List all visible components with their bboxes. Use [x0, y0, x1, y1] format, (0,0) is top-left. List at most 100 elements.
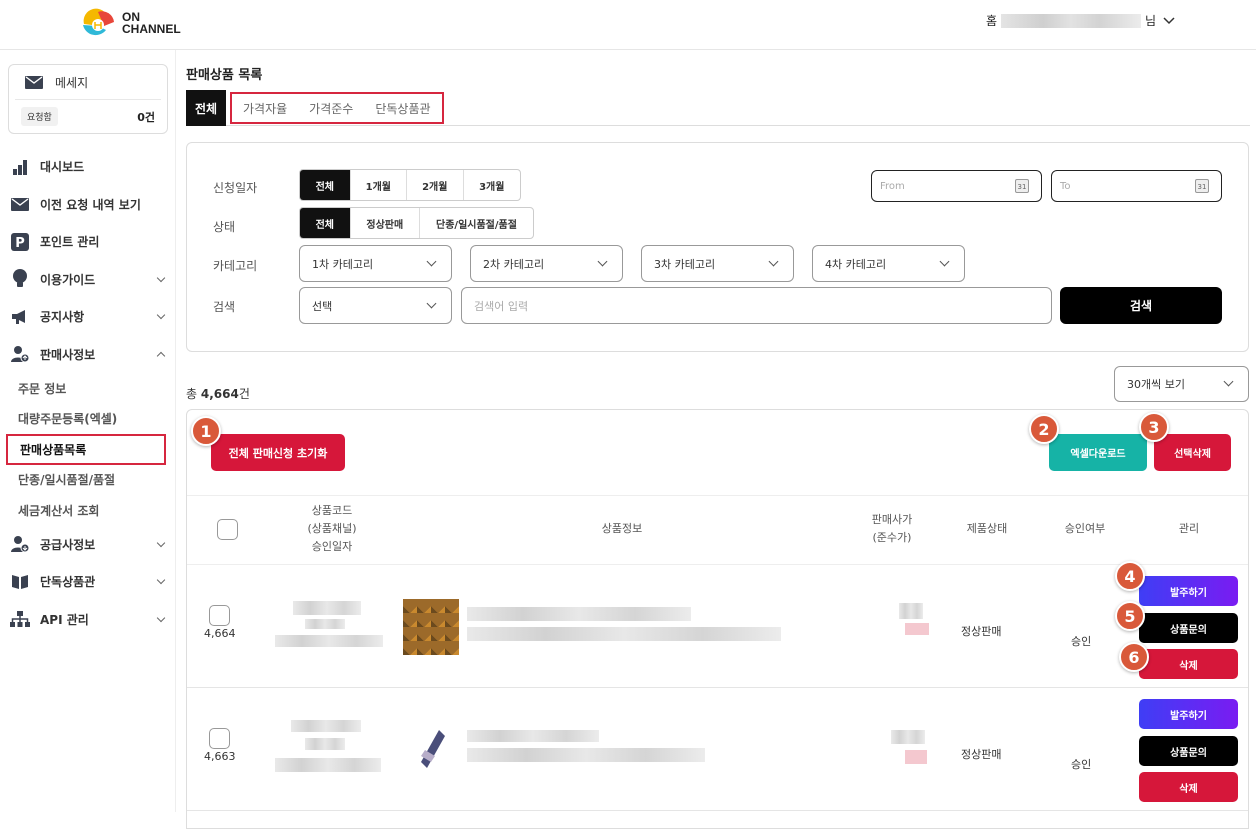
- tab-exclusive[interactable]: 단독상품관: [367, 100, 438, 117]
- sidebar-item-label: 공지사항: [40, 310, 85, 325]
- delete-selected-button[interactable]: 선택삭제: [1154, 434, 1231, 471]
- chevron-up-icon[interactable]: [156, 351, 166, 360]
- table-row[interactable]: 4,664 정상판매 승인 발주하기 상품문의 삭제: [187, 565, 1248, 688]
- product-name-redacted[interactable]: [467, 730, 599, 742]
- status-option-normal[interactable]: 정상판매: [349, 208, 419, 238]
- calendar-icon[interactable]: 31: [1015, 179, 1029, 193]
- sidebar-item-exclusive[interactable]: 단독상품관: [0, 563, 176, 601]
- tab-bar: 전체 가격자율 가격준수 단독상품관: [186, 90, 1250, 126]
- per-page-select[interactable]: 30개씩 보기: [1114, 366, 1249, 402]
- status-filter-label: 상태: [213, 220, 236, 234]
- product-name-redacted[interactable]: [467, 607, 691, 621]
- calendar-icon[interactable]: 31: [1195, 179, 1209, 193]
- sidebar-sub-bulk-order[interactable]: 대량주문등록(엑셀): [0, 404, 176, 435]
- search-placeholder: 검색어 입력: [474, 299, 529, 313]
- date-option-1m[interactable]: 1개월: [349, 170, 406, 200]
- product-status: 정상판매: [961, 625, 1002, 638]
- sidebar-item-supplier-info[interactable]: 공급사정보: [0, 526, 176, 564]
- column-manage: 관리: [1178, 522, 1200, 535]
- product-code-redacted: [291, 720, 361, 732]
- sidebar-item-label: 단독상품관: [40, 575, 96, 590]
- chevron-down-icon[interactable]: [156, 575, 166, 585]
- sidebar-sub-discontinued[interactable]: 단종/일시품절/품절: [0, 465, 176, 496]
- callout-badge-4: 4: [1115, 561, 1145, 591]
- category1-select[interactable]: 1차 카테고리: [299, 245, 452, 282]
- date-option-3m[interactable]: 3개월: [462, 170, 520, 200]
- delete-button[interactable]: 삭제: [1139, 772, 1238, 802]
- status-option-all[interactable]: 전체: [300, 208, 350, 238]
- excel-download-button[interactable]: 엑셀다운로드: [1049, 434, 1147, 471]
- chevron-down-icon[interactable]: [156, 538, 166, 547]
- tab-group-highlight: 가격자율 가격준수 단독상품관: [230, 92, 444, 124]
- chevron-down-icon[interactable]: [1162, 16, 1176, 26]
- chevron-down-icon[interactable]: [156, 273, 166, 282]
- category3-select[interactable]: 3차 카테고리: [641, 245, 794, 282]
- sidebar: 메세지 요청함 0건 대시보드 이전 요청 내역 보기 P 포인트 관리 이용가…: [0, 50, 176, 812]
- home-label: 홈: [986, 14, 998, 28]
- sidebar-sub-order-info[interactable]: 주문 정보: [0, 373, 176, 404]
- product-list: 전체 판매신청 초기화 엑셀다운로드 선택삭제 상품코드 (상품채널) 승인일자…: [186, 409, 1249, 829]
- tab-all[interactable]: 전체: [186, 90, 226, 126]
- column-price-line1: 판매사가: [871, 513, 913, 526]
- select-all-checkbox[interactable]: [217, 519, 238, 540]
- order-button[interactable]: 발주하기: [1139, 699, 1238, 729]
- sidebar-item-dashboard[interactable]: 대시보드: [0, 148, 176, 186]
- tab-price-fixed[interactable]: 가격준수: [301, 100, 361, 117]
- sidebar-item-history[interactable]: 이전 요청 내역 보기: [0, 186, 176, 224]
- column-product-status: 제품상태: [966, 522, 1008, 535]
- user-menu[interactable]: 홈 님: [986, 12, 1176, 29]
- user-down-icon: [10, 534, 30, 554]
- inquiry-button[interactable]: 상품문의: [1139, 736, 1238, 766]
- tab-price-free[interactable]: 가격자율: [235, 100, 295, 117]
- category1-value: 1차 카테고리: [312, 257, 374, 271]
- sidebar-item-api[interactable]: API 관리: [0, 601, 176, 639]
- page-title: 판매상품 목록: [186, 68, 263, 83]
- sidebar-item-seller-info[interactable]: 판매사정보: [0, 336, 176, 374]
- from-date-input[interactable]: From 31: [871, 170, 1042, 202]
- category2-select[interactable]: 2차 카테고리: [470, 245, 623, 282]
- product-thumbnail[interactable]: [405, 722, 459, 776]
- date-option-2m[interactable]: 2개월: [406, 170, 462, 200]
- row-checkbox[interactable]: [209, 605, 230, 626]
- user-icon: [10, 344, 30, 364]
- inquiry-button[interactable]: 상품문의: [1139, 613, 1238, 643]
- message-box[interactable]: 메세지 요청함 0건: [8, 64, 168, 134]
- sidebar-sub-tax-invoice[interactable]: 세금계산서 조회: [0, 495, 176, 526]
- status-option-discontinued[interactable]: 단종/일시품절/품절: [418, 208, 533, 238]
- search-type-select[interactable]: 선택: [299, 287, 452, 324]
- sidebar-sub-product-list[interactable]: 판매상품목록: [6, 434, 166, 465]
- sidebar-item-notice[interactable]: 공지사항: [0, 298, 176, 336]
- chevron-down-icon: [939, 256, 950, 267]
- category2-value: 2차 카테고리: [483, 257, 545, 271]
- callout-badge-6: 6: [1119, 642, 1149, 672]
- row-number: 4,664: [204, 627, 236, 640]
- request-label[interactable]: 요청함: [21, 107, 58, 126]
- column-price-line2: (준수가): [872, 531, 912, 544]
- status-segment: 전체 정상판매 단종/일시품절/품절: [299, 207, 534, 239]
- callout-badge-2: 2: [1029, 414, 1059, 444]
- order-button[interactable]: 발주하기: [1139, 576, 1238, 606]
- sidebar-item-points[interactable]: P 포인트 관리: [0, 223, 176, 261]
- chevron-down-icon[interactable]: [156, 310, 166, 320]
- book-icon: [10, 572, 30, 592]
- row-checkbox[interactable]: [209, 728, 230, 749]
- sidebar-item-guide[interactable]: 이용가이드: [0, 261, 176, 299]
- table-row[interactable]: 4,663 정상판매 승인 발주하기 상품문의 삭제: [187, 688, 1248, 811]
- column-code-line1: 상품코드: [311, 504, 353, 517]
- search-input[interactable]: 검색어 입력: [461, 287, 1052, 324]
- product-thumbnail[interactable]: [403, 599, 459, 655]
- search-button[interactable]: 검색: [1060, 287, 1222, 324]
- logo-mark-icon: [80, 8, 116, 38]
- approval-status: 승인: [1071, 635, 1092, 648]
- date-option-all[interactable]: 전체: [300, 170, 350, 200]
- chevron-down-icon: [426, 256, 437, 267]
- to-date-input[interactable]: To 31: [1051, 170, 1222, 202]
- onchannel-logo[interactable]: ON CHANNEL: [80, 8, 181, 38]
- product-channel-redacted: [305, 738, 345, 750]
- column-product-code: 상품코드 (상품채널) 승인일자: [287, 502, 377, 556]
- delete-button[interactable]: 삭제: [1139, 649, 1238, 679]
- reset-all-button[interactable]: 전체 판매신청 초기화: [211, 434, 345, 471]
- category4-select[interactable]: 4차 카테고리: [812, 245, 965, 282]
- chevron-down-icon[interactable]: [156, 613, 166, 622]
- compliance-price-redacted: [905, 623, 929, 635]
